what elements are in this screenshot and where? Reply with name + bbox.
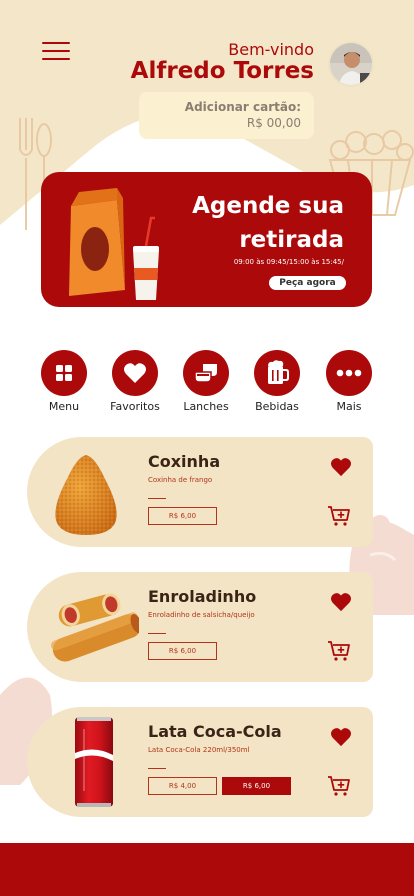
category-more[interactable]: Mais bbox=[314, 350, 384, 413]
menu-line bbox=[42, 50, 70, 52]
bowls-icon bbox=[194, 364, 217, 383]
add-to-cart-icon[interactable] bbox=[327, 774, 351, 798]
category-circle bbox=[326, 350, 372, 396]
product-card-coca-cola[interactable]: Lata Coca-Cola Lata Coca-Cola 220ml/350m… bbox=[27, 707, 373, 817]
product-description: Enroladinho de salsicha/queijo bbox=[148, 611, 255, 619]
product-description: Coxinha de frango bbox=[148, 476, 213, 484]
category-menu[interactable]: Menu bbox=[29, 350, 99, 413]
price-option-large[interactable]: R$ 6,00 bbox=[222, 777, 291, 795]
card-balance: R$ 00,00 bbox=[246, 116, 301, 130]
avatar[interactable] bbox=[328, 41, 374, 87]
favorite-heart-icon[interactable] bbox=[330, 727, 352, 747]
category-circle bbox=[112, 350, 158, 396]
heart-icon bbox=[124, 363, 146, 383]
category-label: Mais bbox=[336, 400, 362, 413]
product-description: Lata Coca-Cola 220ml/350ml bbox=[148, 746, 250, 754]
category-label: Lanches bbox=[183, 400, 229, 413]
product-card-coxinha[interactable]: Coxinha Coxinha de frango R$ 6,00 bbox=[27, 437, 373, 547]
favorite-heart-icon[interactable] bbox=[330, 592, 352, 612]
add-to-cart-icon[interactable] bbox=[327, 639, 351, 663]
menu-line bbox=[42, 42, 70, 44]
banner-title: Agende sua retirada bbox=[192, 189, 344, 257]
price-option[interactable]: R$ 6,00 bbox=[148, 642, 217, 660]
product-name: Enroladinho bbox=[148, 587, 257, 606]
grid-icon bbox=[56, 365, 72, 381]
banner-title-line1: Agende sua bbox=[192, 193, 344, 219]
bottom-bar bbox=[0, 843, 414, 896]
user-name: Alfredo Torres bbox=[130, 58, 314, 84]
coca-cola-can-image bbox=[75, 717, 113, 807]
price-option[interactable]: R$ 6,00 bbox=[148, 507, 217, 525]
add-to-cart-icon[interactable] bbox=[327, 504, 351, 528]
greeting-text: Bem-vindo bbox=[228, 40, 314, 59]
pickup-times: 09:00 às 09:45/15:00 às 15:45/ bbox=[233, 258, 344, 266]
hamburger-menu-button[interactable] bbox=[42, 42, 70, 64]
divider bbox=[148, 633, 166, 634]
product-name: Coxinha bbox=[148, 452, 221, 471]
banner-title-line2: retirada bbox=[239, 227, 344, 253]
food-bag-illustration bbox=[69, 188, 159, 300]
category-favorites[interactable]: Favoritos bbox=[100, 350, 170, 413]
product-name: Lata Coca-Cola bbox=[148, 722, 282, 741]
category-drinks[interactable]: Bebidas bbox=[242, 350, 312, 413]
divider bbox=[148, 498, 166, 499]
category-circle bbox=[183, 350, 229, 396]
price-option-small[interactable]: R$ 4,00 bbox=[148, 777, 217, 795]
beer-mug-icon bbox=[268, 360, 289, 384]
pickup-banner[interactable]: Agende sua retirada 09:00 às 09:45/15:00… bbox=[41, 172, 372, 307]
more-dots-icon bbox=[336, 369, 362, 377]
coxinha-image bbox=[55, 455, 117, 535]
category-label: Menu bbox=[48, 400, 80, 413]
category-snacks[interactable]: Lanches bbox=[171, 350, 241, 413]
order-now-button[interactable]: Peça agora bbox=[269, 276, 346, 290]
enroladinho-image bbox=[50, 593, 139, 662]
product-card-enroladinho[interactable]: Enroladinho Enroladinho de salsicha/quei… bbox=[27, 572, 373, 682]
category-circle bbox=[254, 350, 300, 396]
category-circle bbox=[41, 350, 87, 396]
category-label: Favoritos bbox=[110, 400, 160, 413]
favorite-heart-icon[interactable] bbox=[330, 457, 352, 477]
menu-line bbox=[42, 58, 70, 60]
divider bbox=[148, 768, 166, 769]
category-label: Bebidas bbox=[255, 400, 299, 413]
add-card-label: Adicionar cartão: bbox=[184, 100, 301, 114]
add-card-box[interactable]: Adicionar cartão: R$ 00,00 bbox=[139, 92, 314, 139]
